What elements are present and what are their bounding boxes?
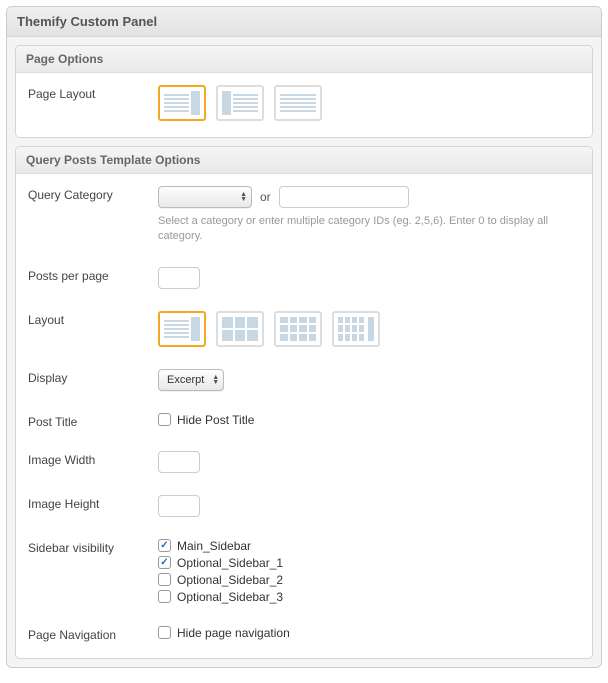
- query-layout-grid-4-sidebar[interactable]: [332, 311, 380, 347]
- sidebar-visibility-label: Sidebar visibility: [28, 539, 158, 555]
- select-arrows-icon: ▲▼: [212, 375, 219, 385]
- posts-per-page-input[interactable]: [158, 267, 200, 289]
- query-layout-grid-3[interactable]: [216, 311, 264, 347]
- sidebar-opt2-label: Optional_Sidebar_2: [177, 573, 283, 587]
- page-layout-sidebar-right[interactable]: [158, 85, 206, 121]
- page-navigation-label: Page Navigation: [28, 626, 158, 642]
- query-layout-grid-4[interactable]: [274, 311, 322, 347]
- query-layout-list[interactable]: [158, 311, 206, 347]
- display-select-value: Excerpt: [167, 374, 204, 386]
- panel-title: Themify Custom Panel: [7, 7, 601, 37]
- display-label: Display: [28, 369, 158, 385]
- page-layout-full-width[interactable]: [274, 85, 322, 121]
- page-options-title: Page Options: [16, 46, 592, 73]
- page-layout-options: [158, 85, 580, 121]
- sidebar-opt3-checkbox[interactable]: [158, 590, 171, 603]
- select-arrows-icon: ▲▼: [240, 192, 247, 202]
- page-layout-label: Page Layout: [28, 85, 158, 101]
- sidebar-opt2-checkbox[interactable]: [158, 573, 171, 586]
- image-width-label: Image Width: [28, 451, 158, 467]
- page-layout-sidebar-left[interactable]: [216, 85, 264, 121]
- hide-post-title-text: Hide Post Title: [177, 413, 254, 427]
- query-category-label: Query Category: [28, 186, 158, 202]
- query-layout-options: [158, 311, 580, 347]
- query-posts-section: Query Posts Template Options Query Categ…: [15, 146, 593, 659]
- or-text: or: [260, 190, 271, 204]
- sidebar-opt3-label: Optional_Sidebar_3: [177, 590, 283, 604]
- hide-post-title-checkbox[interactable]: [158, 413, 171, 426]
- posts-per-page-label: Posts per page: [28, 267, 158, 283]
- post-title-label: Post Title: [28, 413, 158, 429]
- image-height-input[interactable]: [158, 495, 200, 517]
- page-options-section: Page Options Page Layout: [15, 45, 593, 138]
- image-width-input[interactable]: [158, 451, 200, 473]
- sidebar-main-checkbox[interactable]: [158, 539, 171, 552]
- query-posts-title: Query Posts Template Options: [16, 147, 592, 174]
- themify-custom-panel: Themify Custom Panel Page Options Page L…: [6, 6, 602, 668]
- display-select[interactable]: Excerpt ▲▼: [158, 369, 224, 391]
- sidebar-opt1-label: Optional_Sidebar_1: [177, 556, 283, 570]
- hide-page-navigation-checkbox[interactable]: [158, 626, 171, 639]
- sidebar-opt1-checkbox[interactable]: [158, 556, 171, 569]
- image-height-label: Image Height: [28, 495, 158, 511]
- query-category-select[interactable]: ▲▼: [158, 186, 252, 208]
- sidebar-main-label: Main_Sidebar: [177, 539, 251, 553]
- hide-page-navigation-text: Hide page navigation: [177, 626, 290, 640]
- query-category-hint: Select a category or enter multiple cate…: [158, 214, 580, 245]
- query-layout-label: Layout: [28, 311, 158, 327]
- query-category-ids-input[interactable]: [279, 186, 409, 208]
